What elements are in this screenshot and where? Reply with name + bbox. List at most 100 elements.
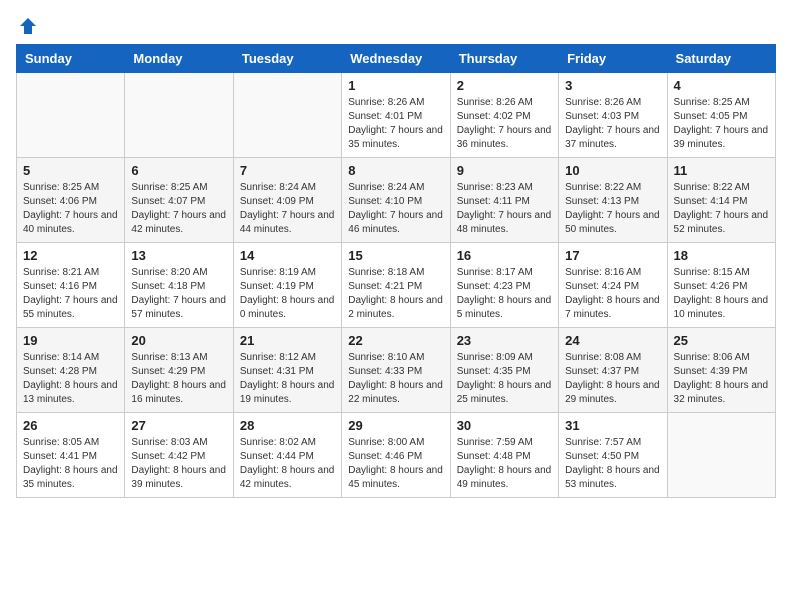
calendar-cell: 13Sunrise: 8:20 AM Sunset: 4:18 PM Dayli…	[125, 243, 233, 328]
calendar-week-row: 1 Sunrise: 8:26 AM Sunset: 4:01 PM Daylig…	[17, 73, 776, 158]
calendar-cell: 20 Sunrise: 8:13 AM Sunset: 4:29 PM Dayli…	[125, 328, 233, 413]
day-info: Sunrise: 8:00 AM Sunset: 4:46 PM Dayligh…	[348, 436, 443, 492]
calendar-cell: 11 Sunrise: 8:22 AM Sunset: 4:14 PM Dayli…	[667, 158, 775, 243]
weekday-header-wednesday: Wednesday	[342, 45, 450, 73]
calendar-cell: 25 Sunrise: 8:06 AM Sunset: 4:39 PM Dayli…	[667, 328, 775, 413]
calendar-cell: 17 Sunrise: 8:16 AM Sunset: 4:24 PM Dayli…	[559, 243, 667, 328]
day-info: Sunrise: 8:25 AM Sunset: 4:05 PM Dayligh…	[674, 96, 769, 152]
day-number: 29	[348, 418, 443, 433]
day-number: 17	[565, 248, 660, 263]
day-info: Sunrise: 8:25 AM Sunset: 4:06 PM Dayligh…	[23, 181, 118, 237]
day-info: Sunrise: 8:13 AM Sunset: 4:29 PM Dayligh…	[131, 351, 226, 407]
calendar-cell: 2 Sunrise: 8:26 AM Sunset: 4:02 PM Daylig…	[450, 73, 558, 158]
day-number: 27	[131, 418, 226, 433]
calendar-cell: 4 Sunrise: 8:25 AM Sunset: 4:05 PM Daylig…	[667, 73, 775, 158]
day-info: Sunrise: 8:24 AM Sunset: 4:09 PM Dayligh…	[240, 181, 335, 237]
day-info: Sunrise: 7:57 AM Sunset: 4:50 PM Dayligh…	[565, 436, 660, 492]
day-info: Sunrise: 8:08 AM Sunset: 4:37 PM Dayligh…	[565, 351, 660, 407]
weekday-header-sunday: Sunday	[17, 45, 125, 73]
calendar-cell	[125, 73, 233, 158]
day-info: Sunrise: 8:24 AM Sunset: 4:10 PM Dayligh…	[348, 181, 443, 237]
day-number: 2	[457, 78, 552, 93]
day-info: Sunrise: 8:26 AM Sunset: 4:01 PM Dayligh…	[348, 96, 443, 152]
weekday-header-friday: Friday	[559, 45, 667, 73]
calendar-cell: 24 Sunrise: 8:08 AM Sunset: 4:37 PM Dayli…	[559, 328, 667, 413]
calendar-cell: 3Sunrise: 8:26 AM Sunset: 4:03 PM Daylig…	[559, 73, 667, 158]
day-number: 19	[23, 333, 118, 348]
day-number: 8	[348, 163, 443, 178]
day-info: Sunrise: 8:06 AM Sunset: 4:39 PM Dayligh…	[674, 351, 769, 407]
calendar-cell	[17, 73, 125, 158]
calendar-cell: 8 Sunrise: 8:24 AM Sunset: 4:10 PM Daylig…	[342, 158, 450, 243]
calendar-cell: 27 Sunrise: 8:03 AM Sunset: 4:42 PM Dayli…	[125, 413, 233, 498]
calendar-cell: 9 Sunrise: 8:23 AM Sunset: 4:11 PM Daylig…	[450, 158, 558, 243]
day-info: Sunrise: 8:26 AM Sunset: 4:02 PM Dayligh…	[457, 96, 552, 152]
day-info: Sunrise: 8:16 AM Sunset: 4:24 PM Dayligh…	[565, 266, 660, 322]
day-info: Sunrise: 8:22 AM Sunset: 4:14 PM Dayligh…	[674, 181, 769, 237]
weekday-header-monday: Monday	[125, 45, 233, 73]
day-number: 30	[457, 418, 552, 433]
calendar-cell: 7Sunrise: 8:24 AM Sunset: 4:09 PM Daylig…	[233, 158, 341, 243]
calendar-cell: 14 Sunrise: 8:19 AM Sunset: 4:19 PM Dayli…	[233, 243, 341, 328]
calendar-cell: 19Sunrise: 8:14 AM Sunset: 4:28 PM Dayli…	[17, 328, 125, 413]
day-info: Sunrise: 8:19 AM Sunset: 4:19 PM Dayligh…	[240, 266, 335, 322]
day-number: 20	[131, 333, 226, 348]
calendar-cell: 5 Sunrise: 8:25 AM Sunset: 4:06 PM Daylig…	[17, 158, 125, 243]
day-info: Sunrise: 8:18 AM Sunset: 4:21 PM Dayligh…	[348, 266, 443, 322]
day-number: 31	[565, 418, 660, 433]
day-number: 11	[674, 163, 769, 178]
calendar-cell: 22Sunrise: 8:10 AM Sunset: 4:33 PM Dayli…	[342, 328, 450, 413]
calendar-cell: 29 Sunrise: 8:00 AM Sunset: 4:46 PM Dayli…	[342, 413, 450, 498]
day-number: 4	[674, 78, 769, 93]
calendar-cell: 12 Sunrise: 8:21 AM Sunset: 4:16 PM Dayli…	[17, 243, 125, 328]
day-number: 24	[565, 333, 660, 348]
day-number: 6	[131, 163, 226, 178]
day-number: 1	[348, 78, 443, 93]
day-number: 26	[23, 418, 118, 433]
logo	[16, 16, 38, 32]
day-number: 25	[674, 333, 769, 348]
day-info: Sunrise: 8:26 AM Sunset: 4:03 PM Dayligh…	[565, 96, 660, 152]
day-number: 9	[457, 163, 552, 178]
day-number: 21	[240, 333, 335, 348]
day-number: 15	[348, 248, 443, 263]
day-info: Sunrise: 8:02 AM Sunset: 4:44 PM Dayligh…	[240, 436, 335, 492]
calendar-cell: 18 Sunrise: 8:15 AM Sunset: 4:26 PM Dayli…	[667, 243, 775, 328]
logo-icon	[18, 16, 38, 36]
weekday-header-saturday: Saturday	[667, 45, 775, 73]
day-info: Sunrise: 8:15 AM Sunset: 4:26 PM Dayligh…	[674, 266, 769, 322]
day-info: Sunrise: 8:03 AM Sunset: 4:42 PM Dayligh…	[131, 436, 226, 492]
day-number: 18	[674, 248, 769, 263]
day-info: Sunrise: 8:17 AM Sunset: 4:23 PM Dayligh…	[457, 266, 552, 322]
day-info: Sunrise: 8:21 AM Sunset: 4:16 PM Dayligh…	[23, 266, 118, 322]
day-number: 22	[348, 333, 443, 348]
day-info: Sunrise: 8:23 AM Sunset: 4:11 PM Dayligh…	[457, 181, 552, 237]
calendar-cell: 16Sunrise: 8:17 AM Sunset: 4:23 PM Dayli…	[450, 243, 558, 328]
calendar-cell: 15 Sunrise: 8:18 AM Sunset: 4:21 PM Dayli…	[342, 243, 450, 328]
calendar-cell	[233, 73, 341, 158]
calendar-cell: 1 Sunrise: 8:26 AM Sunset: 4:01 PM Daylig…	[342, 73, 450, 158]
day-number: 10	[565, 163, 660, 178]
calendar-cell: 10Sunrise: 8:22 AM Sunset: 4:13 PM Dayli…	[559, 158, 667, 243]
calendar-cell: 23 Sunrise: 8:09 AM Sunset: 4:35 PM Dayli…	[450, 328, 558, 413]
weekday-header-thursday: Thursday	[450, 45, 558, 73]
day-info: Sunrise: 7:59 AM Sunset: 4:48 PM Dayligh…	[457, 436, 552, 492]
calendar-cell	[667, 413, 775, 498]
calendar-cell: 6 Sunrise: 8:25 AM Sunset: 4:07 PM Daylig…	[125, 158, 233, 243]
day-info: Sunrise: 8:25 AM Sunset: 4:07 PM Dayligh…	[131, 181, 226, 237]
calendar-cell: 28 Sunrise: 8:02 AM Sunset: 4:44 PM Dayli…	[233, 413, 341, 498]
day-number: 23	[457, 333, 552, 348]
weekday-header-row: SundayMondayTuesdayWednesdayThursdayFrid…	[17, 45, 776, 73]
calendar-week-row: 26 Sunrise: 8:05 AM Sunset: 4:41 PM Dayli…	[17, 413, 776, 498]
calendar-table: SundayMondayTuesdayWednesdayThursdayFrid…	[16, 44, 776, 498]
day-number: 28	[240, 418, 335, 433]
day-info: Sunrise: 8:09 AM Sunset: 4:35 PM Dayligh…	[457, 351, 552, 407]
day-number: 5	[23, 163, 118, 178]
calendar-week-row: 12 Sunrise: 8:21 AM Sunset: 4:16 PM Dayli…	[17, 243, 776, 328]
day-number: 14	[240, 248, 335, 263]
day-info: Sunrise: 8:20 AM Sunset: 4:18 PM Dayligh…	[131, 266, 226, 322]
calendar-cell: 26 Sunrise: 8:05 AM Sunset: 4:41 PM Dayli…	[17, 413, 125, 498]
weekday-header-tuesday: Tuesday	[233, 45, 341, 73]
day-number: 12	[23, 248, 118, 263]
day-info: Sunrise: 8:05 AM Sunset: 4:41 PM Dayligh…	[23, 436, 118, 492]
